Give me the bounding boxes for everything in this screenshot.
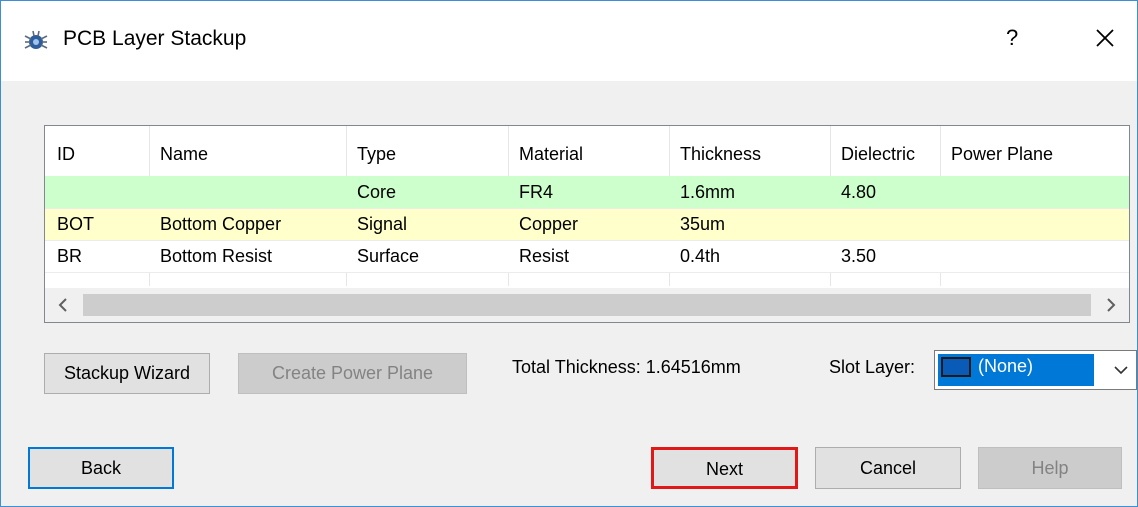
row-divider (45, 272, 1129, 273)
pcb-bug-icon (24, 30, 48, 49)
cell-thickness: 35um (680, 214, 726, 234)
layer-stackup-table[interactable]: ID Name Type Material Thickness Dielectr… (44, 125, 1130, 323)
cell-name: Bottom Copper (160, 214, 282, 234)
cancel-button[interactable]: Cancel (815, 447, 961, 489)
header-name[interactable]: Name (160, 126, 208, 176)
cell-material: Resist (519, 246, 570, 266)
next-button[interactable]: Next (651, 447, 798, 489)
header-thickness[interactable]: Thickness (680, 126, 761, 176)
cell-type: Signal (357, 214, 408, 234)
help-button[interactable]: Help (978, 447, 1122, 489)
cell-type: Surface (357, 246, 420, 266)
slot-layer-dropdown[interactable]: (None) (934, 350, 1137, 390)
slot-layer-selected-value: (None) (978, 356, 1034, 376)
scroll-left-icon[interactable] (55, 296, 73, 314)
cell-id: BOT (57, 214, 95, 234)
cell-name: Bottom Resist (160, 246, 273, 266)
total-thickness-label: Total Thickness: 1.64516mm (512, 357, 741, 377)
scrollbar-thumb[interactable] (83, 294, 1091, 316)
header-type[interactable]: Type (357, 126, 396, 176)
row-divider (45, 208, 1129, 209)
cell-material: FR4 (519, 182, 554, 202)
cell-material: Copper (519, 214, 579, 234)
title-bar: PCB Layer Stackup ? (1, 1, 1137, 81)
cell-type: Core (357, 182, 397, 202)
scroll-right-icon[interactable] (1101, 296, 1119, 314)
header-material[interactable]: Material (519, 126, 583, 176)
header-id[interactable]: ID (57, 126, 75, 176)
layer-color-swatch (941, 357, 971, 377)
table-row-core[interactable]: Core FR4 1.6mm 4.80 (45, 176, 1129, 208)
header-dielectric[interactable]: Dielectric (841, 126, 915, 176)
pcb-layer-stackup-dialog: PCB Layer Stackup ? ID Name Type Materia… (0, 0, 1138, 507)
back-button[interactable]: Back (28, 447, 174, 489)
header-power-plane[interactable]: Power Plane (951, 126, 1053, 176)
cell-thickness: 1.6mm (680, 182, 736, 202)
table-row-bottom-resist[interactable]: BR Bottom Resist Surface Resist 0.4th 3.… (45, 240, 1129, 272)
row-divider (45, 240, 1129, 241)
table-header-row: ID Name Type Material Thickness Dielectr… (45, 126, 1129, 176)
horizontal-scrollbar[interactable] (45, 288, 1129, 322)
stackup-wizard-button[interactable]: Stackup Wizard (44, 353, 210, 394)
slot-layer-label: Slot Layer: (829, 357, 916, 377)
window-title: PCB Layer Stackup (63, 27, 247, 50)
help-question-button[interactable]: ? (1006, 25, 1018, 51)
cell-dielectric: 3.50 (841, 246, 877, 266)
cell-dielectric: 4.80 (841, 182, 877, 202)
cell-id: BR (57, 246, 83, 266)
cell-thickness: 0.4th (680, 246, 721, 266)
create-power-plane-button[interactable]: Create Power Plane (238, 353, 467, 394)
table-row-bottom-copper[interactable]: BOT Bottom Copper Signal Copper 35um (45, 208, 1129, 240)
close-icon[interactable] (1092, 25, 1118, 51)
chevron-down-icon[interactable] (1113, 363, 1129, 377)
